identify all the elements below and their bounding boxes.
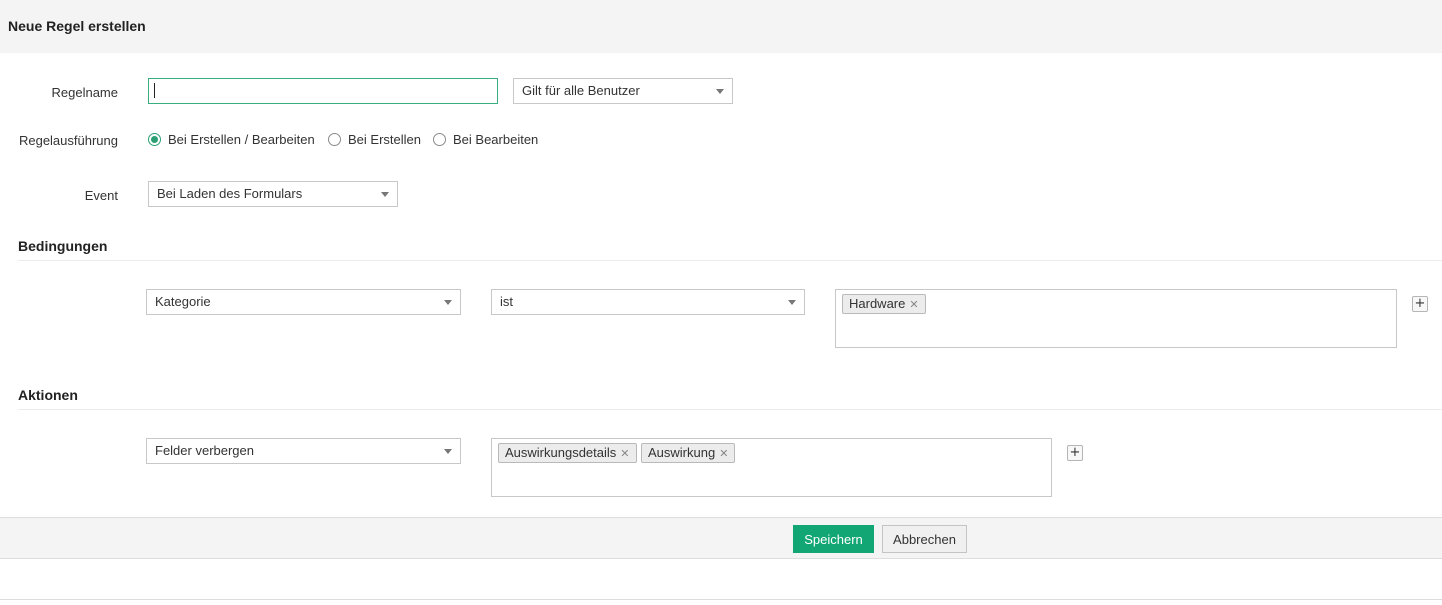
- condition-field-select[interactable]: Kategorie: [146, 289, 461, 315]
- text-caret: [154, 83, 155, 98]
- radio-create-edit[interactable]: [148, 133, 161, 146]
- actions-heading: Aktionen: [18, 387, 78, 403]
- dialog-header: Neue Regel erstellen: [0, 0, 1442, 53]
- radio-edit-label[interactable]: Bei Bearbeiten: [453, 132, 538, 147]
- execution-label: Regelausführung: [18, 133, 118, 148]
- page-title: Neue Regel erstellen: [8, 18, 146, 34]
- condition-operator-select[interactable]: ist: [491, 289, 805, 315]
- scope-select-value: Gilt für alle Benutzer: [522, 83, 640, 98]
- chevron-down-icon: [381, 192, 389, 197]
- rule-name-input-wrapper: [148, 78, 498, 104]
- condition-field-value: Kategorie: [155, 294, 211, 309]
- event-label: Event: [84, 188, 118, 203]
- radio-create[interactable]: [328, 133, 341, 146]
- chevron-down-icon: [444, 300, 452, 305]
- action-select[interactable]: Felder verbergen: [146, 438, 461, 464]
- plus-icon: +: [1414, 296, 1426, 311]
- condition-value-tag: Hardware ✕: [842, 294, 926, 314]
- add-condition-button[interactable]: +: [1412, 296, 1428, 312]
- conditions-divider: [18, 260, 1442, 261]
- action-select-value: Felder verbergen: [155, 443, 254, 458]
- chevron-down-icon: [716, 89, 724, 94]
- scope-select[interactable]: Gilt für alle Benutzer: [513, 78, 733, 104]
- condition-value-tag-label: Hardware: [849, 296, 906, 311]
- condition-operator-value: ist: [500, 294, 513, 309]
- add-action-button[interactable]: +: [1067, 445, 1083, 461]
- action-fields-box[interactable]: Auswirkungsdetails ✕ Auswirkung ✕: [491, 438, 1052, 497]
- plus-icon: +: [1069, 445, 1081, 460]
- dialog-footer: Speichern Abbrechen: [0, 517, 1442, 559]
- event-select-value: Bei Laden des Formulars: [157, 186, 303, 201]
- event-select[interactable]: Bei Laden des Formulars: [148, 181, 398, 207]
- actions-divider: [18, 409, 1442, 410]
- close-icon[interactable]: ✕: [620, 448, 629, 460]
- radio-create-label[interactable]: Bei Erstellen: [348, 132, 421, 147]
- close-icon[interactable]: ✕: [719, 448, 728, 460]
- close-icon[interactable]: ✕: [909, 299, 918, 311]
- action-field-tag-label: Auswirkungsdetails: [505, 445, 617, 460]
- radio-create-edit-label[interactable]: Bei Erstellen / Bearbeiten: [168, 132, 315, 147]
- conditions-heading: Bedingungen: [18, 238, 108, 254]
- action-field-tag: Auswirkungsdetails ✕: [498, 443, 637, 463]
- save-button[interactable]: Speichern: [793, 525, 874, 553]
- action-field-tag-label: Auswirkung: [648, 445, 716, 460]
- rule-name-input[interactable]: [148, 78, 498, 104]
- chevron-down-icon: [444, 449, 452, 454]
- bottom-divider: [0, 599, 1442, 600]
- chevron-down-icon: [788, 300, 796, 305]
- action-field-tag: Auswirkung ✕: [641, 443, 736, 463]
- rule-name-label: Regelname: [51, 85, 119, 100]
- cancel-button[interactable]: Abbrechen: [882, 525, 967, 553]
- radio-edit[interactable]: [433, 133, 446, 146]
- condition-values-box[interactable]: Hardware ✕: [835, 289, 1397, 348]
